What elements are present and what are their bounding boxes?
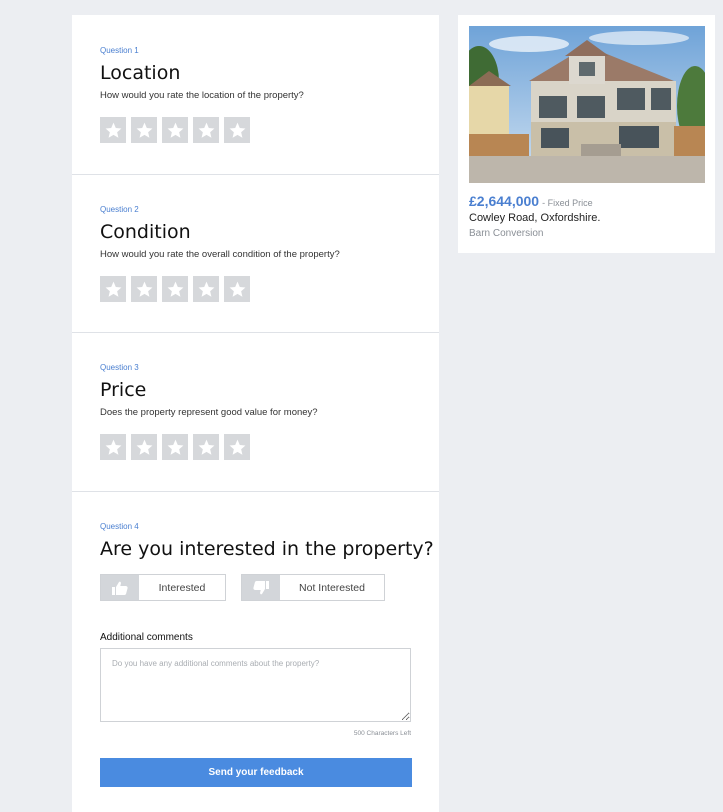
comments-textarea[interactable] — [100, 648, 411, 722]
question-number: Question 1 — [100, 46, 139, 55]
feedback-form: Question 1 Location How would you rate t… — [72, 15, 439, 812]
star-3[interactable] — [162, 117, 188, 143]
star-1[interactable] — [100, 276, 126, 302]
send-feedback-button[interactable]: Send your feedback — [100, 758, 412, 787]
question-description: Does the property represent good value f… — [100, 407, 318, 418]
not-interested-label: Not Interested — [299, 581, 365, 594]
star-3[interactable] — [162, 276, 188, 302]
star-1[interactable] — [100, 117, 126, 143]
star-icon — [136, 281, 152, 297]
question-description: How would you rate the overall condition… — [100, 249, 340, 260]
star-icon — [229, 439, 245, 455]
thumbs-down-icon — [242, 575, 280, 600]
property-card[interactable]: £2,644,000- Fixed Price Cowley Road, Oxf… — [458, 15, 715, 253]
question-number: Question 4 — [100, 522, 139, 531]
property-address[interactable]: Cowley Road, Oxfordshire. — [469, 212, 600, 224]
question-description: How would you rate the location of the p… — [100, 90, 304, 101]
star-icon — [167, 281, 183, 297]
question-price: Question 3 Price Does the property repre… — [72, 332, 439, 492]
star-5[interactable] — [224, 117, 250, 143]
interested-button[interactable]: Interested — [100, 574, 226, 601]
star-4[interactable] — [193, 117, 219, 143]
star-icon — [229, 122, 245, 138]
star-rating — [100, 434, 250, 460]
star-icon — [198, 281, 214, 297]
star-icon — [136, 439, 152, 455]
star-icon — [229, 281, 245, 297]
property-photo[interactable] — [469, 26, 705, 183]
price-type: - Fixed Price — [542, 198, 593, 208]
price-value: £2,644,000 — [469, 193, 540, 209]
star-5[interactable] — [224, 276, 250, 302]
question-title: Condition — [100, 221, 191, 243]
star-icon — [167, 122, 183, 138]
question-title: Location — [100, 62, 181, 84]
star-icon — [105, 281, 121, 297]
star-icon — [167, 439, 183, 455]
star-icon — [198, 439, 214, 455]
star-5[interactable] — [224, 434, 250, 460]
star-4[interactable] — [193, 434, 219, 460]
question-title: Price — [100, 379, 147, 401]
question-title: Are you interested in the property? — [100, 538, 434, 560]
property-price: £2,644,000- Fixed Price — [469, 193, 593, 209]
star-4[interactable] — [193, 276, 219, 302]
question-location: Question 1 Location How would you rate t… — [72, 15, 439, 175]
star-rating — [100, 117, 250, 143]
star-1[interactable] — [100, 434, 126, 460]
question-number: Question 3 — [100, 363, 139, 372]
star-rating — [100, 276, 250, 302]
question-number: Question 2 — [100, 205, 139, 214]
characters-left: 500 Characters Left — [353, 730, 411, 737]
star-icon — [198, 122, 214, 138]
star-2[interactable] — [131, 276, 157, 302]
star-2[interactable] — [131, 434, 157, 460]
question-condition: Question 2 Condition How would you rate … — [72, 174, 439, 333]
property-type: Barn Conversion — [469, 228, 544, 239]
star-icon — [105, 122, 121, 138]
star-icon — [136, 122, 152, 138]
not-interested-button[interactable]: Not Interested — [241, 574, 385, 601]
thumbs-up-icon — [101, 575, 139, 600]
star-3[interactable] — [162, 434, 188, 460]
star-2[interactable] — [131, 117, 157, 143]
comments-label: Additional comments — [100, 632, 193, 643]
star-icon — [105, 439, 121, 455]
interested-label: Interested — [158, 581, 206, 594]
